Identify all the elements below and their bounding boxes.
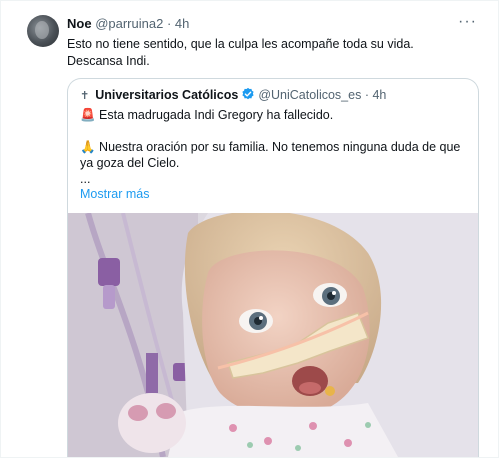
more-options-icon[interactable]: ··· [458, 13, 477, 31]
quote-ellipsis: ... [80, 172, 91, 186]
quote-text-line: 🙏 Nuestra oración por su familia. No ten… [80, 140, 461, 154]
tweet-text: Esto no tiene sentido, que la culpa les … [67, 36, 467, 70]
header-separator: · [166, 16, 172, 31]
quote-photo[interactable] [68, 213, 478, 457]
tweet-header: Noe @parruina2 · 4h [67, 16, 189, 32]
quote-author-handle[interactable]: @UniCatolicos_es [258, 88, 361, 102]
author-handle[interactable]: @parruina2 [95, 16, 163, 31]
cross-icon: ✝ [80, 90, 90, 102]
show-more-link[interactable]: Mostrar más [80, 187, 149, 201]
quoted-tweet[interactable]: ✝ Universitarios Católicos @UniCatolicos_e… [67, 78, 479, 457]
quote-separator: · [364, 88, 369, 102]
quote-text-line: ya goza del Cielo. [80, 156, 180, 170]
quote-time[interactable]: 4h [372, 88, 386, 102]
tweet-time[interactable]: 4h [175, 16, 189, 31]
tweet-text-line: Esto no tiene sentido, que la culpa les … [67, 37, 414, 51]
author-name[interactable]: Noe [67, 16, 92, 31]
quote-text: 🚨 Esta madrugada Indi Gregory ha falleci… [80, 107, 470, 187]
quote-author-name[interactable]: Universitarios Católicos [95, 88, 238, 102]
avatar[interactable] [27, 15, 59, 47]
verified-badge-icon [242, 87, 254, 100]
baby-photo-image [68, 213, 478, 457]
quote-text-line: 🚨 Esta madrugada Indi Gregory ha falleci… [80, 108, 334, 122]
tweet-text-line: Descansa Indi. [67, 54, 150, 68]
quote-header: ✝ Universitarios Católicos @UniCatolicos_e… [80, 87, 386, 104]
